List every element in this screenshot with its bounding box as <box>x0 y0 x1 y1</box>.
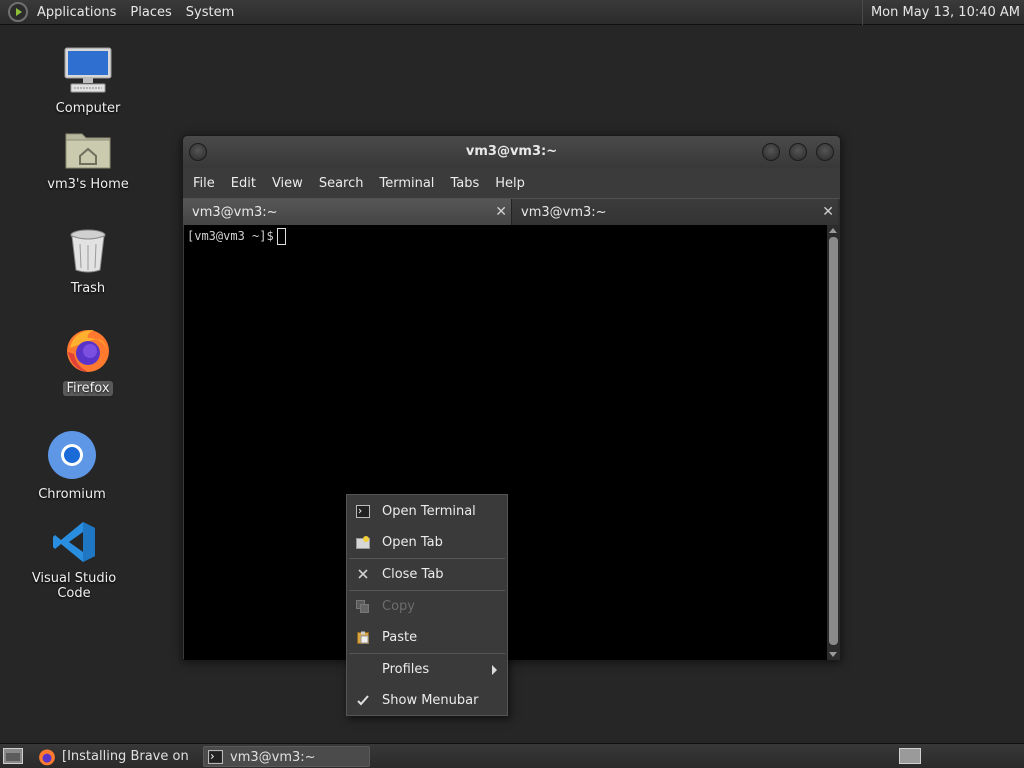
close-icon <box>358 569 368 579</box>
vscode-icon <box>53 522 95 562</box>
desktop-icon-label: Firefox <box>63 381 113 396</box>
menu-item-show-menubar[interactable]: Show Menubar <box>347 685 507 716</box>
tab-bar: vm3@vm3:~ ✕ vm3@vm3:~ ✕ <box>183 198 840 226</box>
show-desktop-icon[interactable] <box>3 748 23 764</box>
submenu-arrow-icon <box>492 665 497 675</box>
menu-places[interactable]: Places <box>123 0 178 25</box>
desktop-icon-firefox[interactable]: Firefox <box>28 326 148 396</box>
window-title: vm3@vm3:~ <box>465 144 558 159</box>
workspace-switcher[interactable] <box>899 748 921 764</box>
menu-item-open-tab[interactable]: Open Tab <box>347 527 507 558</box>
firefox-icon <box>67 330 109 372</box>
desktop-icon-chromium[interactable]: Chromium <box>12 430 132 502</box>
tab-1[interactable]: vm3@vm3:~ ✕ <box>183 199 512 226</box>
menu-item-open-terminal[interactable]: Open Terminal <box>347 496 507 527</box>
menu-item-profiles[interactable]: Profiles <box>347 654 507 685</box>
copy-icon <box>356 600 369 613</box>
menu-search[interactable]: Search <box>311 176 372 191</box>
maximize-button[interactable] <box>789 143 807 161</box>
desktop-icon-home[interactable]: vm3's Home <box>28 128 148 192</box>
check-icon <box>357 695 369 706</box>
minimize-button[interactable] <box>762 143 780 161</box>
taskbar-item-terminal[interactable]: vm3@vm3:~ <box>203 746 370 767</box>
menu-item-label: Open Terminal <box>382 504 476 519</box>
tab-label: vm3@vm3:~ <box>521 205 607 220</box>
menu-item-label: Copy <box>382 599 415 614</box>
menu-tabs[interactable]: Tabs <box>442 176 487 191</box>
menu-edit[interactable]: Edit <box>223 176 264 191</box>
scroll-up-icon[interactable] <box>829 228 837 233</box>
trash-icon <box>70 229 106 273</box>
desktop-icon-trash[interactable]: Trash <box>28 228 148 296</box>
menu-item-label: Show Menubar <box>382 693 479 708</box>
computer-icon <box>64 47 112 93</box>
desktop-icon-vscode[interactable]: Visual Studio Code <box>14 520 134 601</box>
menu-item-copy: Copy <box>347 591 507 622</box>
desktop-icon-label: Chromium <box>38 487 106 502</box>
bottom-panel: [Installing Brave on ... vm3@vm3:~ <box>0 743 1024 768</box>
context-menu: Open Terminal Open Tab Close Tab Copy Pa… <box>346 494 508 716</box>
tab-label: vm3@vm3:~ <box>192 205 278 220</box>
menu-item-paste[interactable]: Paste <box>347 622 507 653</box>
menu-applications[interactable]: Applications <box>30 0 123 25</box>
taskbar-item-label: vm3@vm3:~ <box>230 750 316 765</box>
shell-prompt: [vm3@vm3 ~]$ <box>187 228 286 245</box>
scroll-down-icon[interactable] <box>829 652 837 657</box>
distro-logo-icon[interactable] <box>8 2 28 22</box>
taskbar-item-label: [Installing Brave on ... <box>62 749 189 764</box>
top-menu: Applications Places System <box>30 0 241 25</box>
firefox-icon <box>39 749 55 766</box>
paste-icon <box>357 631 369 644</box>
taskbar-item-browser[interactable]: [Installing Brave on ... <box>36 746 200 767</box>
terminal-icon <box>208 750 223 764</box>
text-cursor <box>276 228 286 245</box>
tab-close-icon[interactable]: ✕ <box>822 199 834 226</box>
prompt-text: [vm3@vm3 ~]$ <box>187 229 274 243</box>
tab-2[interactable]: vm3@vm3:~ ✕ <box>512 199 838 226</box>
scrollbar-thumb[interactable] <box>829 237 838 645</box>
desktop-icon-label: vm3's Home <box>47 177 129 192</box>
new-tab-icon <box>356 536 370 549</box>
window-titlebar[interactable]: vm3@vm3:~ <box>183 136 840 168</box>
menu-item-close-tab[interactable]: Close Tab <box>347 559 507 590</box>
menu-system[interactable]: System <box>179 0 241 25</box>
menu-item-label: Paste <box>382 630 418 645</box>
menu-item-label: Open Tab <box>382 535 443 550</box>
desktop-icon-label: Computer <box>55 101 121 116</box>
clock[interactable]: Mon May 13, 10:40 AM <box>861 0 1020 25</box>
top-panel: Applications Places System Mon May 13, 1… <box>0 0 1024 25</box>
terminal-window[interactable]: vm3@vm3:~ File Edit View Search Terminal… <box>182 135 841 660</box>
terminal-scrollbar[interactable] <box>827 225 840 660</box>
tab-close-icon[interactable]: ✕ <box>495 199 507 226</box>
desktop-icon-label: Visual Studio Code <box>31 571 117 601</box>
menu-file[interactable]: File <box>185 176 223 191</box>
close-window-button[interactable] <box>816 143 834 161</box>
home-folder-icon <box>65 133 111 169</box>
menu-item-label: Close Tab <box>382 567 444 582</box>
chromium-icon <box>48 431 96 479</box>
menu-terminal[interactable]: Terminal <box>371 176 442 191</box>
terminal-menubar: File Edit View Search Terminal Tabs Help <box>183 168 840 198</box>
menu-item-label: Profiles <box>382 662 430 677</box>
menu-view[interactable]: View <box>264 176 311 191</box>
desktop-icon-label: Trash <box>70 281 106 296</box>
menu-help[interactable]: Help <box>487 176 533 191</box>
terminal-icon <box>356 505 370 518</box>
desktop-icon-computer[interactable]: Computer <box>28 46 148 116</box>
